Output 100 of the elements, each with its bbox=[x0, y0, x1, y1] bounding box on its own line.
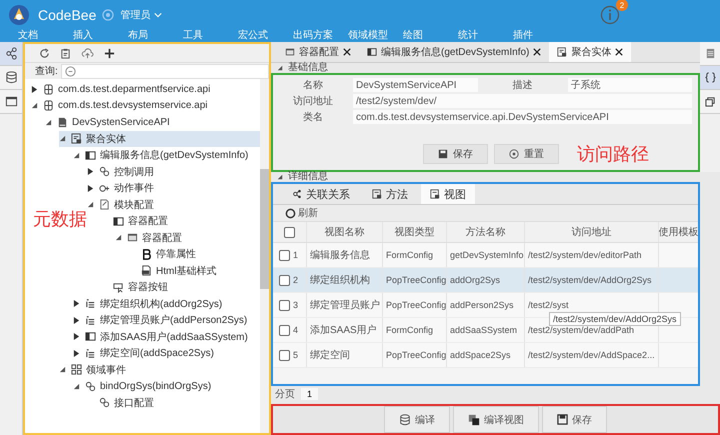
document-icon bbox=[57, 116, 68, 128]
path-field[interactable]: /test2/system/dev/ bbox=[353, 94, 692, 108]
logo-icon bbox=[8, 4, 30, 26]
close-icon[interactable] bbox=[343, 48, 351, 56]
page-button[interactable]: 1 bbox=[301, 388, 318, 400]
save-button[interactable]: 保存 bbox=[542, 406, 607, 433]
close-icon[interactable] bbox=[533, 48, 542, 56]
entity-icon bbox=[430, 189, 440, 199]
collapse-arrow-icon[interactable] bbox=[45, 118, 52, 126]
tree-item[interactable]: bindOrgSys(bindOrgSys) bbox=[73, 378, 218, 394]
table-cell: /test2/system/dev/AddSpace2... bbox=[525, 343, 659, 367]
table-row[interactable]: 5 绑定空间 PopTreeConfig addSpace2Sys /test2/system/dev/AddSpace2... bbox=[273, 343, 698, 368]
add-icon[interactable] bbox=[104, 48, 115, 58]
collapse-arrow-icon[interactable] bbox=[87, 201, 94, 208]
tree-item[interactable]: 容器配置 bbox=[115, 230, 188, 246]
table-cell: 绑定空间 bbox=[307, 343, 383, 367]
refresh-icon[interactable] bbox=[39, 48, 50, 58]
stylesheet-icon bbox=[141, 265, 152, 276]
share-nodes-icon bbox=[4, 47, 18, 60]
column-header[interactable]: 视图类型 bbox=[383, 222, 447, 242]
entity-icon bbox=[71, 133, 82, 144]
detail-tab[interactable]: 视图 bbox=[421, 184, 475, 204]
expand-arrow-icon[interactable] bbox=[73, 333, 80, 340]
table-cell: PopTreeConfig bbox=[383, 293, 447, 317]
tree-item[interactable]: 控制调用 bbox=[87, 164, 160, 180]
tree-item[interactable]: 添加SAAS用户(addSaaSSystem) bbox=[73, 328, 254, 345]
compile-button[interactable]: 编译 bbox=[384, 406, 450, 433]
reset-button[interactable]: 重置 bbox=[494, 144, 559, 164]
expand-arrow-icon[interactable] bbox=[73, 316, 80, 324]
name-field[interactable]: DevSystemServiceAPI bbox=[353, 78, 478, 92]
collapse-arrow-icon[interactable] bbox=[59, 366, 66, 374]
tree-item[interactable]: 绑定空间(addSpace2Sys) bbox=[73, 345, 220, 362]
tree-item[interactable]: 动作事件 bbox=[87, 180, 160, 196]
list-icon bbox=[85, 348, 96, 359]
row-checkbox[interactable] bbox=[279, 350, 290, 360]
column-header[interactable]: 视图名称 bbox=[307, 222, 383, 242]
table-cell: /test2/system/dev/editorPath bbox=[525, 243, 659, 267]
expand-arrow-icon[interactable] bbox=[87, 184, 94, 192]
scrollbar[interactable] bbox=[260, 79, 269, 433]
collapse-arrow-icon[interactable] bbox=[277, 65, 283, 71]
form-icon bbox=[367, 47, 377, 57]
cloud-upload-icon[interactable] bbox=[81, 48, 94, 58]
detail-tab[interactable]: 关联关系 bbox=[283, 184, 359, 204]
editor-tab[interactable]: 聚合实体 bbox=[549, 42, 632, 62]
row-number: 1 bbox=[293, 250, 298, 260]
editor-tab[interactable]: 容器配置 bbox=[277, 42, 359, 62]
expand-arrow-icon[interactable] bbox=[31, 86, 38, 93]
column-header[interactable]: 方法名称 bbox=[447, 222, 525, 242]
search-field[interactable] bbox=[60, 64, 269, 78]
tree-item[interactable]: 编辑服务信息(getDevSystemInfo) bbox=[73, 147, 254, 164]
collapse-arrow-icon[interactable] bbox=[73, 382, 80, 390]
container-icon bbox=[127, 232, 138, 244]
refresh-button[interactable]: 刷新 bbox=[285, 206, 318, 220]
tree-item[interactable]: 容器按钮 bbox=[101, 279, 174, 296]
tree-item[interactable]: 聚合实体 bbox=[59, 130, 260, 147]
class-name-field[interactable]: com.ds.test.devsystemservice.api.DevSystemServiceAPI bbox=[353, 110, 692, 124]
row-number: 5 bbox=[293, 350, 298, 360]
column-header[interactable]: 访问地址 bbox=[525, 222, 659, 242]
sidebar-button[interactable] bbox=[700, 66, 720, 90]
row-checkbox[interactable] bbox=[279, 250, 290, 260]
row-number: 3 bbox=[293, 300, 298, 310]
detail-tab[interactable]: 方法 bbox=[363, 184, 417, 204]
tree-item[interactable]: com.ds.test.devsystemservice.api bbox=[31, 98, 214, 114]
window-icon bbox=[113, 216, 124, 227]
save-button[interactable]: 保存 bbox=[423, 144, 488, 164]
tree-item[interactable]: Html基础样式 bbox=[129, 262, 223, 279]
tree-item[interactable]: DevSystenServiceAPI bbox=[45, 114, 176, 130]
collapse-arrow-icon[interactable] bbox=[115, 234, 122, 242]
compile-view-button[interactable]: 编译视图 bbox=[453, 406, 539, 433]
select-all-checkbox[interactable] bbox=[284, 226, 295, 238]
expand-arrow-icon[interactable] bbox=[73, 300, 80, 308]
row-checkbox[interactable] bbox=[279, 274, 290, 286]
collapse-arrow-icon[interactable] bbox=[59, 135, 66, 142]
clipboard-icon[interactable] bbox=[60, 48, 71, 58]
table-cell: 编辑服务信息 bbox=[307, 243, 383, 267]
share-nodes-icon bbox=[292, 189, 302, 199]
tree-item[interactable]: 容器配置 bbox=[101, 213, 174, 230]
tree-item[interactable]: 接口配置 bbox=[87, 394, 160, 411]
editor-tab[interactable]: 编辑服务信息(getDevSystemInfo) bbox=[359, 42, 550, 62]
expand-arrow-icon[interactable] bbox=[73, 350, 80, 357]
table-cell: addSaaSSystem bbox=[447, 318, 525, 342]
collapse-arrow-icon[interactable] bbox=[277, 174, 283, 180]
info-icon[interactable] bbox=[600, 5, 620, 25]
tree-item[interactable]: 停靠属性 bbox=[129, 246, 202, 262]
table-row[interactable]: 2 绑定组织机构 PopTreeConfig addOrg2Sys /test2/system/dev/AddOrg2Sys bbox=[273, 268, 698, 293]
tree-item[interactable]: com.ds.test.deparmentfservice.api bbox=[31, 81, 216, 98]
table-row[interactable]: 1 编辑服务信息 FormConfig getDevSystemInfo /test2/system/dev/editorPath bbox=[273, 243, 698, 268]
sidebar-button[interactable] bbox=[0, 42, 22, 66]
expand-arrow-icon[interactable] bbox=[87, 168, 94, 176]
tree-item[interactable]: 领域事件 bbox=[59, 362, 132, 378]
description-field[interactable]: 子系统 bbox=[568, 78, 692, 92]
link-icon bbox=[85, 380, 96, 392]
collapse-arrow-icon[interactable] bbox=[31, 102, 38, 110]
tree-item[interactable]: 绑定管理员账户(addPerson2Sys) bbox=[73, 312, 254, 328]
collapse-arrow-icon[interactable] bbox=[73, 152, 80, 159]
tree-item[interactable]: 绑定组织机构(addOrg2Sys) bbox=[73, 296, 228, 312]
tree-item[interactable]: 模块配置 bbox=[87, 196, 160, 213]
row-checkbox[interactable] bbox=[279, 300, 290, 310]
row-checkbox[interactable] bbox=[279, 324, 290, 336]
close-icon[interactable] bbox=[615, 48, 624, 56]
